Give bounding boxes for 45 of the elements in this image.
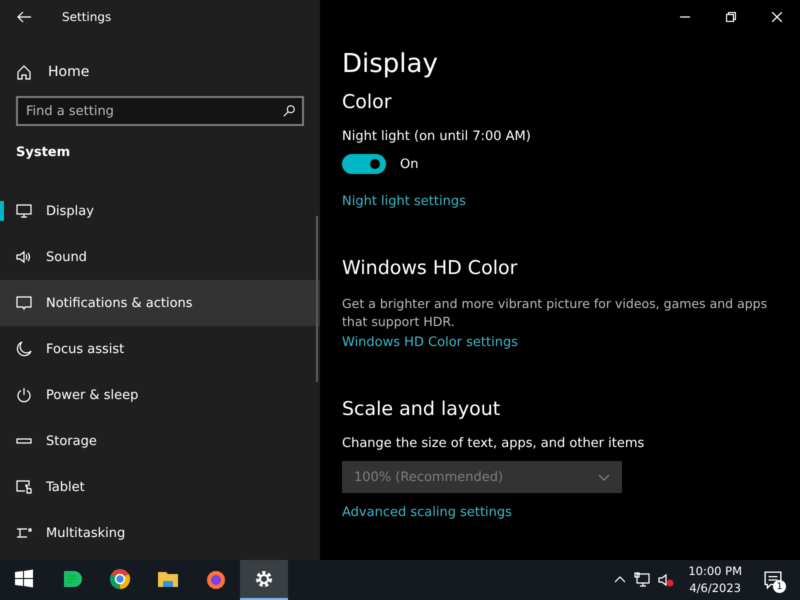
section-heading: System [15,145,72,160]
section-heading: Color [342,91,393,113]
toggle-switch[interactable] [342,154,386,174]
search-field[interactable]: Find a setting [16,96,304,126]
nav-item[interactable]: Tablet [0,464,320,510]
nav-item[interactable]: Sound [0,234,320,280]
search-icon [282,104,296,118]
browser-icon [109,568,131,590]
power-icon [16,387,32,403]
settings-link[interactable]: Night light settings [342,194,466,209]
nav-item[interactable]: Display [0,188,320,234]
nav-item[interactable]: Notifications & actions [0,280,320,326]
gear-icon [253,568,275,590]
message-icon [16,295,32,311]
close-icon [772,12,782,22]
clock[interactable]: 10:00 PM 4/6/2023 [688,563,742,597]
toggle-state-label: On [400,156,418,172]
settings-link[interactable]: Advanced scaling settings [342,505,512,520]
nav-item[interactable]: Storage [0,418,320,464]
muted-speaker-icon [658,572,674,588]
tablet-icon [16,479,32,495]
network-icon [634,572,650,588]
nav-item[interactable]: Power & sleep [0,372,320,418]
taskbar-app-button[interactable] [240,560,288,600]
description-text: Get a brighter and more vibrant picture for videos, games and apps that support HDR. [342,295,768,331]
setting-label: Night light (on until 7:00 AM) [342,129,532,144]
nav-item[interactable]: Multitasking [0,510,320,556]
nav-item[interactable]: Focus assist [0,326,320,372]
section-heading: Scale and layout [342,398,502,420]
section-heading: Windows HD Color [342,257,518,279]
page-title: Display [342,49,439,79]
speaker-icon [16,249,32,265]
home-icon [16,64,32,80]
monitor-icon [16,203,32,219]
message-icon [764,571,782,589]
settings-link[interactable]: Windows HD Color settings [342,335,518,350]
home-nav-item[interactable]: Home [0,48,320,96]
back-arrow-icon [16,8,32,24]
browser-icon [205,568,227,590]
windows-logo-icon [14,569,34,589]
setting-label: Change the size of text, apps, and other items [342,436,646,451]
restore-icon [726,12,736,22]
moon-icon [16,341,32,357]
window-title: Settings [62,10,112,24]
chat-icon [61,568,83,590]
